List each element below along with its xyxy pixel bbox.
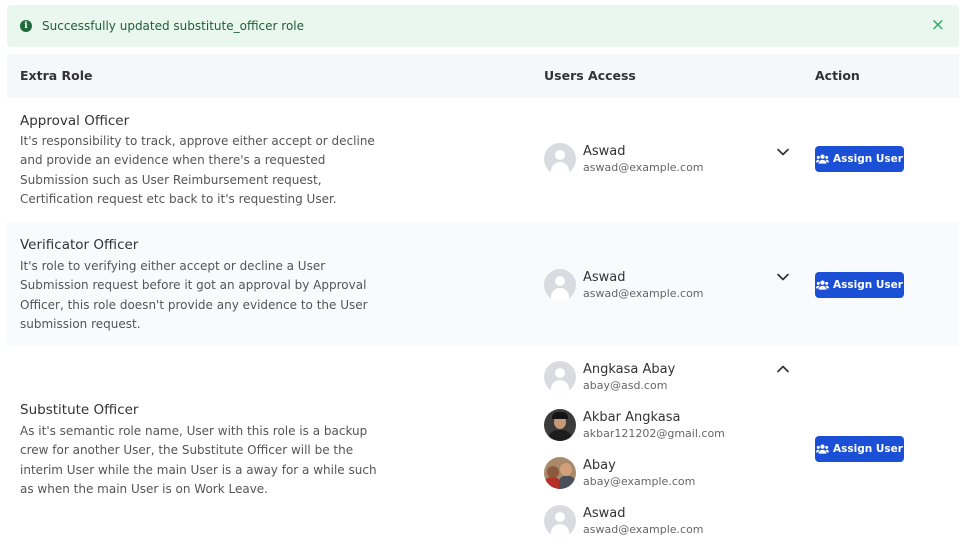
user-item: Aswad aswad@example.com — [544, 142, 704, 176]
users-icon — [816, 280, 830, 290]
header-extra-role: Extra Role — [20, 68, 93, 83]
table-row: Approval Officer It's responsibility to … — [7, 98, 959, 222]
success-alert: i Successfully updated substitute_office… — [7, 5, 959, 47]
user-email: aswad@example.com — [583, 522, 704, 536]
alert-message: Successfully updated substitute_officer … — [42, 19, 304, 33]
assign-user-button[interactable]: Assign User — [815, 146, 904, 172]
table-row: Verificator Officer It's role to verifyi… — [7, 222, 959, 346]
users-icon — [816, 444, 830, 454]
assign-user-label: Assign User — [833, 443, 903, 455]
role-description: It's role to verifying either accept or … — [20, 259, 368, 331]
assign-user-label: Assign User — [833, 279, 903, 291]
user-item: Abay abay@example.com — [544, 456, 695, 490]
user-email: akbar121202@gmail.com — [583, 426, 725, 440]
chevron-down-icon[interactable] — [776, 270, 790, 284]
avatar — [544, 457, 576, 489]
role-description: As it's semantic role name, User with th… — [20, 424, 377, 496]
header-users-access: Users Access — [544, 68, 636, 83]
role-title: Verificator Officer — [20, 237, 139, 253]
info-icon: i — [20, 20, 32, 32]
assign-user-button[interactable]: Assign User — [815, 436, 904, 462]
assign-user-label: Assign User — [833, 153, 903, 165]
user-name: Aswad — [583, 143, 626, 159]
chevron-down-icon[interactable] — [776, 145, 790, 159]
user-name: Aswad — [583, 269, 626, 285]
user-name: Akbar Angkasa — [583, 409, 681, 425]
chevron-up-icon[interactable] — [776, 362, 790, 376]
users-icon — [816, 154, 830, 164]
user-item: Aswad aswad@example.com — [544, 504, 704, 538]
user-name: Abay — [583, 457, 616, 473]
user-name: Aswad — [583, 505, 626, 521]
user-name: Angkasa Abay — [583, 361, 676, 377]
role-description: It's responsibility to track, approve ei… — [20, 134, 375, 206]
assign-user-button[interactable]: Assign User — [815, 272, 904, 298]
user-email: abay@example.com — [583, 474, 696, 488]
avatar — [544, 505, 576, 537]
role-title: Substitute Officer — [20, 402, 139, 418]
user-email: aswad@example.com — [583, 286, 704, 300]
avatar — [544, 143, 576, 175]
close-icon[interactable]: × — [931, 16, 945, 34]
role-title: Approval Officer — [20, 113, 130, 129]
user-item: Aswad aswad@example.com — [544, 268, 704, 302]
user-email: aswad@example.com — [583, 160, 704, 174]
header-action: Action — [815, 68, 860, 83]
avatar — [544, 409, 576, 441]
user-item: Akbar Angkasa akbar121202@gmail.com — [544, 408, 725, 442]
table-header: Extra Role Users Access Action — [7, 54, 959, 98]
avatar — [544, 361, 576, 393]
user-item: Angkasa Abay abay@asd.com — [544, 360, 675, 394]
table-row: Substitute Officer As it's semantic role… — [7, 346, 959, 545]
user-email: abay@asd.com — [583, 378, 668, 392]
avatar — [544, 269, 576, 301]
